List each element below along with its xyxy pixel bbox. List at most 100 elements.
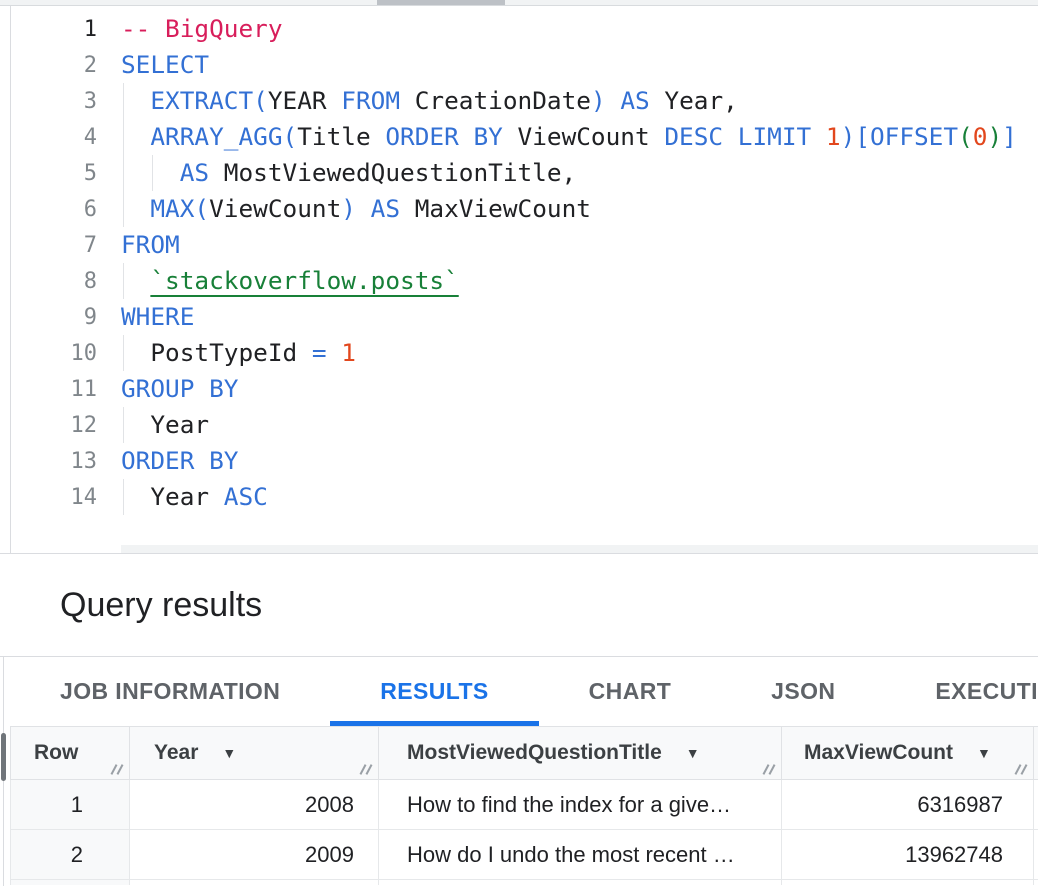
code-lines[interactable]: 1-- BigQuery2SELECT3 EXTRACT(YEAR FROM C…	[0, 11, 1038, 515]
column-header-label: Year	[154, 741, 198, 765]
line-number: 11	[0, 377, 97, 402]
code-token: YEAR	[268, 86, 341, 115]
code-line[interactable]: 3 EXTRACT(YEAR FROM CreationDate) AS Yea…	[0, 83, 1038, 119]
code-line[interactable]: 8 `stackoverflow.posts`	[0, 263, 1038, 299]
indent-guide	[123, 155, 124, 191]
table-row: 12008How to find the index for a give…63…	[10, 780, 1038, 830]
column-resize-handle[interactable]	[761, 764, 774, 775]
editor-bottom-gutter-band	[121, 545, 1038, 553]
column-header-label: MostViewedQuestionTitle	[407, 741, 662, 765]
code-token: =	[312, 338, 327, 367]
code-token: EXTRACT(	[150, 86, 267, 115]
code-token	[121, 158, 180, 187]
code-line[interactable]: 4 ARRAY_AGG(Title ORDER BY ViewCount DES…	[0, 119, 1038, 155]
editor-horizontal-scrollbar-thumb[interactable]	[377, 0, 505, 5]
code-token: DESC LIMIT	[664, 122, 826, 151]
code-token: ORDER BY	[121, 446, 238, 475]
code-token: Year	[121, 482, 224, 511]
column-header-maxviewcount[interactable]: MaxViewCount▼	[781, 727, 1033, 779]
sql-editor[interactable]: 1-- BigQuery2SELECT3 EXTRACT(YEAR FROM C…	[0, 6, 1038, 553]
indent-guide	[123, 263, 124, 299]
code-line[interactable]: 7FROM	[0, 227, 1038, 263]
code-token: FROM	[341, 86, 400, 115]
column-header-year[interactable]: Year ▼	[129, 727, 378, 779]
cell-mostviewedquestiontitle: How to find the index for a give…	[378, 780, 781, 829]
column-resize-handle[interactable]	[109, 764, 122, 775]
code-token: FROM	[121, 230, 180, 259]
cell-filler	[1033, 780, 1038, 829]
code-text: ARRAY_AGG(Title ORDER BY ViewCount DESC …	[121, 119, 1017, 155]
tab-json[interactable]: JSON	[721, 657, 885, 726]
line-number: 6	[0, 197, 97, 222]
code-token: MaxViewCount	[400, 194, 591, 223]
code-text: WHERE	[121, 299, 194, 335]
cell-partial	[378, 880, 781, 885]
code-text: MAX(ViewCount) AS MaxViewCount	[121, 191, 591, 227]
code-line[interactable]: 1 -- BigQuery	[0, 11, 1038, 47]
code-token: ViewCount	[503, 122, 665, 151]
indent-guide	[123, 407, 124, 443]
code-line[interactable]: 11 GROUP BY	[0, 371, 1038, 407]
code-token: AS	[180, 158, 209, 187]
table-header-row: RowYear▼MostViewedQuestionTitle▼MaxViewC…	[10, 726, 1038, 780]
code-line[interactable]: 12 Year	[0, 407, 1038, 443]
code-token: 1	[826, 122, 841, 151]
table-reference-link[interactable]: `stackoverflow.posts`	[150, 266, 458, 295]
code-token: Year,	[650, 86, 738, 115]
code-text: EXTRACT(YEAR FROM CreationDate) AS Year,	[121, 83, 738, 119]
code-line[interactable]: 13 ORDER BY	[0, 443, 1038, 479]
line-number: 14	[0, 485, 97, 510]
code-line[interactable]: 10 PostTypeId = 1	[0, 335, 1038, 371]
query-results-title: Query results	[60, 586, 262, 625]
sort-arrow-icon[interactable]: ▼	[222, 746, 236, 760]
line-number: 8	[0, 269, 97, 294]
table-row-partial	[10, 880, 1038, 885]
results-table: RowYear▼MostViewedQuestionTitle▼MaxViewC…	[10, 726, 1038, 886]
code-token: )[OFFSET	[841, 122, 958, 151]
code-token: PostTypeId	[121, 338, 312, 367]
sort-arrow-icon[interactable]: ▼	[686, 746, 700, 760]
code-text: Year ASC	[121, 479, 268, 515]
column-header-mostviewedquestiontitle[interactable]: MostViewedQuestionTitle ▼	[378, 727, 781, 779]
cell-maxviewcount: 6316987	[781, 780, 1033, 829]
code-text: FROM	[121, 227, 180, 263]
code-token: ViewCount	[209, 194, 341, 223]
tab-execution-details[interactable]: EXECUTION DETAILS	[885, 657, 1038, 726]
code-token: MostViewedQuestionTitle,	[209, 158, 576, 187]
code-text: -- BigQuery	[121, 11, 283, 47]
sort-arrow-icon[interactable]: ▼	[977, 746, 991, 760]
column-header-row: Row	[10, 727, 129, 779]
column-resize-handle[interactable]	[1013, 764, 1026, 775]
code-token	[121, 266, 150, 295]
tab-job-information[interactable]: JOB INFORMATION	[10, 657, 330, 726]
code-line[interactable]: 6 MAX(ViewCount) AS MaxViewCount	[0, 191, 1038, 227]
cell-row: 2	[10, 830, 129, 879]
code-token: MAX(	[150, 194, 209, 223]
code-token: 0	[973, 122, 988, 151]
column-header-label: Row	[34, 741, 78, 765]
line-number: 1	[0, 17, 97, 42]
results-vertical-scrollbar-thumb[interactable]	[1, 733, 6, 781]
code-line[interactable]: 5 AS MostViewedQuestionTitle,	[0, 155, 1038, 191]
code-token: ARRAY_AGG(	[150, 122, 297, 151]
column-resize-handle[interactable]	[358, 764, 371, 775]
code-line[interactable]: 9WHERE	[0, 299, 1038, 335]
code-text: `stackoverflow.posts`	[121, 263, 459, 299]
tab-results[interactable]: RESULTS	[330, 657, 538, 726]
indent-guide	[152, 155, 153, 191]
tab-chart[interactable]: CHART	[539, 657, 722, 726]
code-line[interactable]: 2SELECT	[0, 47, 1038, 83]
cell-partial	[129, 880, 378, 885]
line-number: 13	[0, 449, 97, 474]
line-number: 3	[0, 89, 97, 114]
line-number: 2	[0, 53, 97, 78]
code-line[interactable]: 14 Year ASC	[0, 479, 1038, 515]
code-token: WHERE	[121, 302, 194, 331]
table-row: 22009How do I undo the most recent …1396…	[10, 830, 1038, 880]
indent-guide	[123, 335, 124, 371]
code-token: GROUP BY	[121, 374, 238, 403]
tab-label: EXECUTION DETAILS	[935, 678, 1038, 705]
code-token: 1	[341, 338, 356, 367]
results-tab-bar: JOB INFORMATIONRESULTSCHARTJSON EXECUTION…	[0, 657, 1038, 726]
code-text: GROUP BY	[121, 371, 238, 407]
